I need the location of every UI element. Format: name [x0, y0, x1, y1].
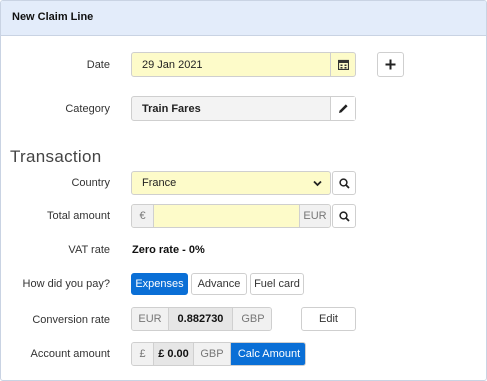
country-search-button[interactable] [332, 171, 356, 195]
pay-fuel-card-button[interactable]: Fuel card [250, 273, 304, 295]
account-currency-symbol: £ [132, 343, 154, 365]
date-label: Date [86, 59, 110, 71]
currency-code: EUR [299, 205, 330, 227]
edit-category-button[interactable] [330, 97, 355, 120]
search-icon [338, 177, 350, 189]
pay-advance-button[interactable]: Advance [191, 273, 247, 295]
total-amount-label: Total amount [47, 210, 110, 222]
date-input[interactable]: 29 Jan 2021 [131, 52, 356, 77]
search-icon [338, 210, 350, 222]
claim-line-panel: New Claim Line Date 29 Jan 2021 Category… [0, 0, 487, 381]
account-amount-value: £ 0.00 [154, 343, 194, 365]
account-currency: GBP [194, 343, 231, 365]
category-field[interactable]: Train Fares [131, 96, 356, 121]
plus-icon [385, 59, 396, 70]
account-amount-label: Account amount [30, 348, 111, 360]
date-value: 29 Jan 2021 [142, 58, 203, 71]
pencil-icon [338, 104, 348, 113]
calendar-button[interactable] [330, 53, 355, 76]
transaction-heading: Transaction [10, 147, 102, 166]
conversion-rate-value: 0.882730 [169, 308, 233, 330]
amount-search-button[interactable] [332, 204, 356, 228]
conversion-rate-label: Conversion rate [32, 314, 110, 326]
calendar-icon [337, 59, 349, 70]
category-value: Train Fares [142, 102, 201, 115]
country-label: Country [71, 177, 110, 189]
country-value: France [142, 177, 177, 189]
currency-symbol: € [132, 205, 154, 227]
edit-conversion-button[interactable]: Edit [301, 307, 356, 331]
payment-label: How did you pay? [22, 278, 110, 290]
category-label: Category [65, 103, 110, 115]
calc-amount-button[interactable]: Calc Amount [231, 343, 305, 365]
chevron-down-icon [313, 180, 322, 187]
total-amount-input[interactable]: € EUR [131, 204, 331, 228]
conversion-rate-group: EUR 0.882730 GBP [131, 307, 272, 331]
conversion-to: GBP [233, 308, 271, 330]
vat-rate-label: VAT rate [68, 244, 110, 256]
conversion-from: EUR [132, 308, 169, 330]
add-date-button[interactable] [377, 52, 404, 77]
vat-rate-value: Zero rate - 0% [132, 244, 205, 256]
panel-title: New Claim Line [12, 11, 94, 23]
pay-expenses-button[interactable]: Expenses [131, 273, 188, 295]
country-select[interactable]: France [131, 171, 331, 195]
account-amount-group: £ £ 0.00 GBP Calc Amount [131, 342, 306, 366]
panel-header: New Claim Line [1, 1, 486, 36]
